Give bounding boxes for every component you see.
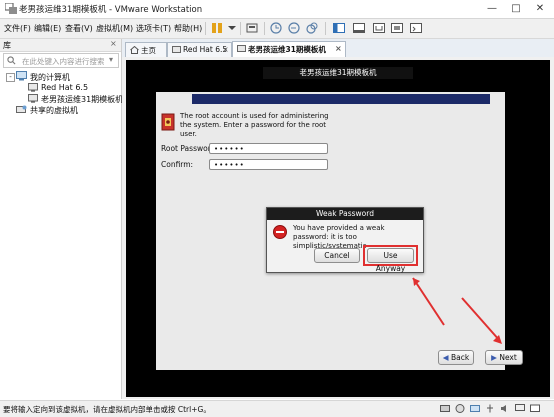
- status-text: 要将输入定向到该虚拟机，请在虚拟机内部单击或按 Ctrl+G。: [3, 405, 211, 414]
- snapshot-manager-icon[interactable]: [305, 21, 319, 35]
- back-button[interactable]: ◀ Back: [438, 350, 474, 365]
- menu-file[interactable]: 文件(F): [4, 23, 31, 34]
- vm-icon: [28, 83, 38, 92]
- cd-rom-icon[interactable]: [455, 404, 465, 413]
- usb-icon[interactable]: [485, 404, 495, 413]
- library-panel: 库 × 在此处键入内容进行搜索 ▾ - 我的计算机 Red Hat 6.5 老男…: [0, 39, 123, 399]
- library-close-icon[interactable]: ×: [110, 39, 117, 48]
- console-view-icon[interactable]: [409, 21, 423, 35]
- vm-icon: [237, 45, 246, 52]
- menu-view[interactable]: 查看(V): [65, 23, 93, 34]
- tab-home[interactable]: 主页: [125, 42, 167, 57]
- weak-password-dialog: Weak Password You have provided a weak p…: [266, 207, 424, 273]
- title-bar: 老男孩运维31期模板机 - VMware Workstation — □ ✕: [0, 0, 554, 19]
- error-icon: [273, 225, 287, 239]
- menu-help[interactable]: 帮助(H): [174, 23, 202, 34]
- confirm-label: Confirm:: [161, 160, 194, 169]
- message-icon[interactable]: [530, 404, 540, 413]
- tab-close-icon[interactable]: ×: [335, 44, 342, 53]
- status-bar: 要将输入定向到该虚拟机，请在虚拟机内部单击或按 Ctrl+G。: [0, 400, 554, 417]
- next-arrow-icon: ▶: [491, 353, 497, 362]
- tree-vm-template[interactable]: 老男孩运维31期模板机: [41, 94, 123, 105]
- tab-template-label: 老男孩运维31期模板机: [248, 45, 326, 54]
- close-button[interactable]: ✕: [528, 0, 552, 18]
- installer-banner: [192, 94, 490, 104]
- sidebar-view-icon[interactable]: [332, 21, 346, 35]
- minimize-button[interactable]: —: [480, 0, 504, 18]
- toolbar-separator: [264, 22, 265, 35]
- tab-redhat[interactable]: Red Hat 6.5 ×: [167, 42, 232, 57]
- menu-tabs[interactable]: 选项卡(T): [136, 23, 171, 34]
- dialog-title: Weak Password: [267, 208, 423, 220]
- vm-icon: [172, 46, 181, 53]
- tab-close-icon[interactable]: ×: [222, 45, 229, 54]
- toolbar-separator: [205, 22, 206, 35]
- menu-vm[interactable]: 虚拟机(M): [96, 23, 133, 34]
- vmware-app-icon: [5, 3, 17, 14]
- toolbar-separator: [325, 22, 326, 35]
- root-account-info: The root account is used for administeri…: [180, 112, 329, 138]
- use-anyway-button[interactable]: Use Anyway: [367, 248, 414, 273]
- root-user-icon: [161, 113, 175, 131]
- menu-bar: 文件(F) 编辑(E) 查看(V) 虚拟机(M) 选项卡(T) 帮助(H): [0, 19, 554, 39]
- back-arrow-icon: ◀: [442, 353, 449, 362]
- tree-collapse-toggle[interactable]: -: [6, 73, 15, 82]
- vm-console-area: 老男孩运维31期模板机 The root account is used for…: [122, 57, 554, 399]
- tab-home-label: 主页: [141, 46, 156, 55]
- chevron-down-icon[interactable]: [225, 21, 239, 35]
- root-password-input[interactable]: ••••••: [209, 143, 328, 154]
- cancel-button[interactable]: Cancel: [314, 248, 360, 263]
- search-dropdown-icon[interactable]: ▾: [109, 55, 113, 64]
- fullscreen-icon[interactable]: [372, 21, 386, 35]
- search-icon: [7, 56, 16, 65]
- shared-vms-icon: [16, 105, 27, 113]
- next-button[interactable]: ▶ Next: [485, 350, 523, 365]
- send-keys-icon[interactable]: [245, 21, 259, 35]
- thumbnail-view-icon[interactable]: [352, 21, 366, 35]
- tab-redhat-label: Red Hat 6.5: [183, 45, 228, 54]
- back-button-label: Back: [450, 353, 470, 362]
- vm-name-label: 老男孩运维31期模板机: [263, 67, 413, 79]
- vm-screen[interactable]: 老男孩运维31期模板机 The root account is used for…: [126, 60, 550, 397]
- snapshot-icon[interactable]: [269, 21, 283, 35]
- window-title: 老男孩运维31期模板机 - VMware Workstation: [19, 5, 203, 15]
- vm-icon: [28, 94, 38, 103]
- revert-snapshot-icon[interactable]: [287, 21, 301, 35]
- library-title: 库: [3, 41, 11, 50]
- unity-icon[interactable]: [390, 21, 404, 35]
- maximize-button[interactable]: □: [504, 0, 528, 18]
- menu-edit[interactable]: 编辑(E): [34, 23, 61, 34]
- display-icon[interactable]: [515, 404, 525, 413]
- confirm-password-input[interactable]: ••••••: [209, 159, 328, 170]
- tree-my-computer[interactable]: 我的计算机: [30, 72, 70, 83]
- tree-shared-vms[interactable]: 共享的虚拟机: [30, 105, 78, 116]
- sound-icon[interactable]: [500, 404, 510, 413]
- tab-bar: 主页 Red Hat 6.5 × 老男孩运维31期模板机 ×: [122, 39, 554, 58]
- library-header: 库 ×: [0, 39, 121, 52]
- next-button-label: Next: [499, 353, 517, 362]
- tree-vm-redhat[interactable]: Red Hat 6.5: [41, 83, 88, 92]
- pause-icon[interactable]: [210, 21, 224, 35]
- library-search-placeholder: 在此处键入内容进行搜索: [22, 57, 105, 66]
- tab-template-vm[interactable]: 老男孩运维31期模板机 ×: [232, 41, 346, 57]
- home-icon: [130, 46, 139, 54]
- network-icon[interactable]: [470, 404, 480, 413]
- hard-disk-icon[interactable]: [440, 404, 450, 413]
- computer-icon: [16, 71, 27, 81]
- toolbar-separator: [240, 22, 241, 35]
- library-search-input[interactable]: 在此处键入内容进行搜索 ▾: [3, 53, 119, 68]
